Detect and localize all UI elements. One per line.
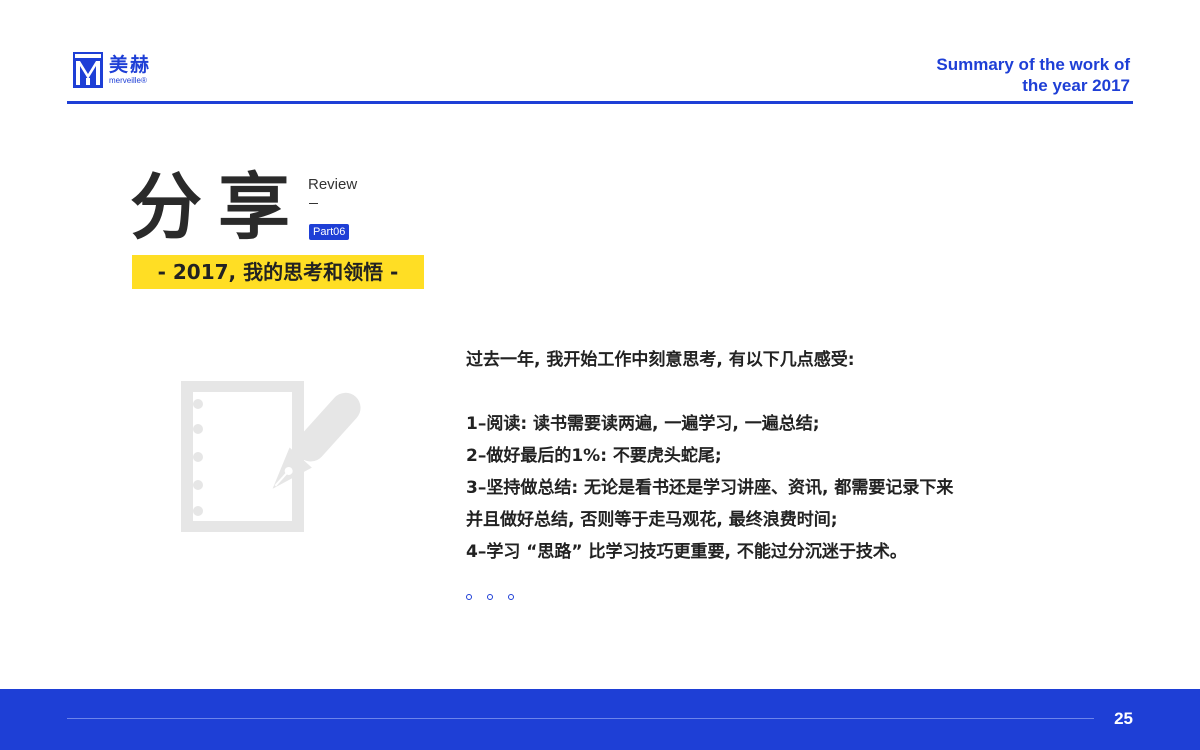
logo-text: 美赫 merveille®: [109, 54, 151, 86]
header-title-line2: the year 2017: [1022, 76, 1130, 95]
dot: [466, 594, 472, 600]
merveille-logo-icon: [73, 52, 103, 88]
dot: [487, 594, 493, 600]
dot: [508, 594, 514, 600]
review-label: Review: [308, 176, 358, 193]
document-pen-icon: [181, 381, 361, 532]
ellipsis-dots-icon: [466, 594, 529, 600]
header-title: Summary of the work of the year 2017: [936, 54, 1130, 96]
section-title: 分享: [130, 165, 307, 249]
content-gap: [466, 376, 953, 408]
logo-chinese-name: 美赫: [109, 54, 152, 76]
content-point: 3–坚持做总结: 无论是看书还是学习讲座、资讯, 都需要记录下来: [466, 478, 954, 498]
part-badge: Part06: [309, 224, 350, 240]
review-dash: [309, 203, 318, 204]
content-point: 2–做好最后的1%: 不要虎头蛇尾;: [466, 446, 722, 466]
page-number: 25: [1114, 709, 1133, 728]
content-point: 并且做好总结, 否则等于走马观花, 最终浪费时间;: [466, 510, 838, 530]
footer-bar: 25: [0, 689, 1200, 750]
content-block: 过去一年, 我开始工作中刻意思考, 有以下几点感受: 1–阅读: 读书需要读两遍…: [466, 344, 953, 568]
section-subtitle: - 2017, 我的思考和领悟 -: [132, 255, 424, 289]
content-intro: 过去一年, 我开始工作中刻意思考, 有以下几点感受:: [466, 350, 855, 370]
content-point: 1–阅读: 读书需要读两遍, 一遍学习, 一遍总结;: [466, 414, 820, 434]
header-title-line1: Summary of the work of: [936, 55, 1130, 74]
content-point: 4–学习 “思路” 比学习技巧更重要, 不能过分沉迷于技术。: [466, 542, 907, 562]
header-divider: [67, 101, 1133, 104]
logo-english-name: merveille®: [109, 76, 147, 85]
footer-divider: [67, 718, 1094, 719]
logo: 美赫 merveille®: [73, 52, 151, 88]
